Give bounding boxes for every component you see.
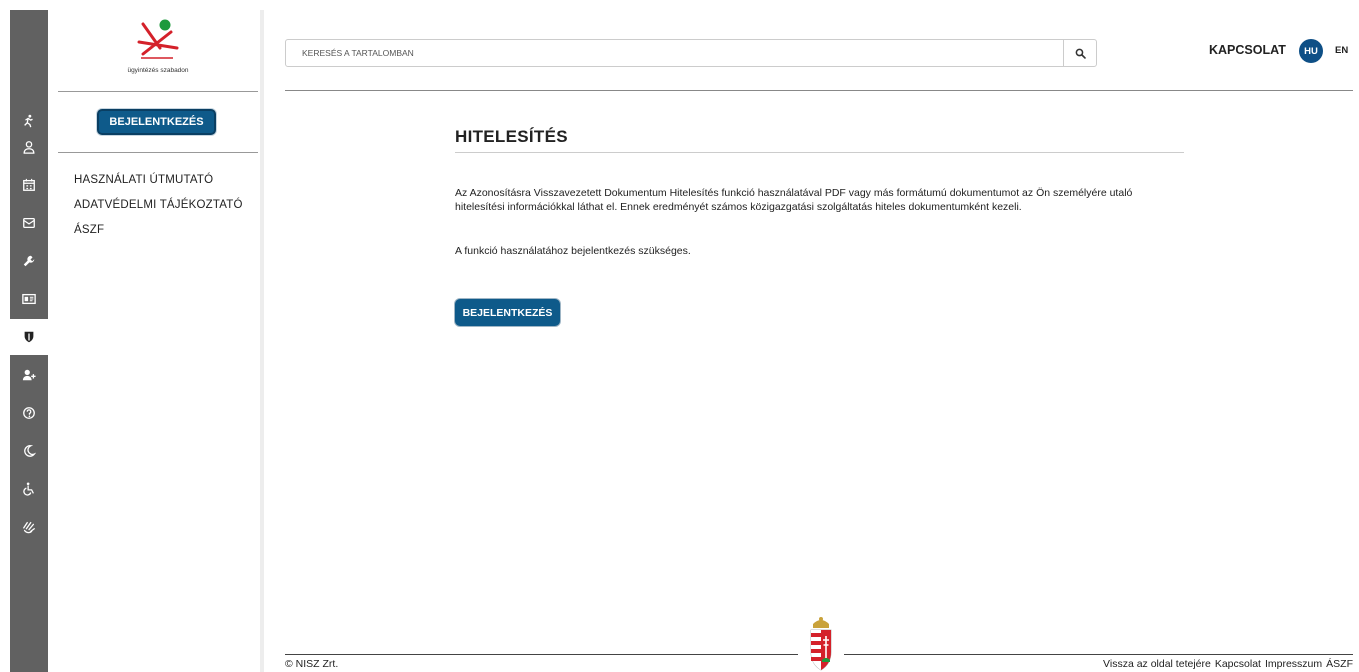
person-running-icon [24, 114, 33, 128]
sidebar-link-terms[interactable]: ÁSZF [74, 223, 243, 248]
copyright-text: © NISZ Zrt. [285, 658, 339, 670]
sign-language-icon [23, 521, 35, 534]
page-title: HITELESÍTÉS [455, 127, 568, 146]
coat-of-arms-icon [810, 617, 832, 671]
rail-item-accessibility[interactable] [10, 471, 48, 507]
icon-rail [10, 10, 48, 672]
footer-link-back-to-top[interactable]: Vissza az oldal tetejére [1103, 658, 1211, 670]
sidebar-links: HASZNÁLATI ÚTMUTATÓ ADATVÉDELMI TÁJÉKOZT… [74, 173, 243, 248]
id-card-icon [22, 293, 36, 305]
search-button[interactable] [1063, 40, 1096, 66]
search-bar [285, 39, 1097, 67]
header-divider [285, 90, 1353, 91]
wheelchair-icon [23, 482, 34, 496]
sidebar: ügyintézés szabadon BEJELENTKEZÉS HASZNÁ… [48, 10, 264, 672]
logo-icon [137, 19, 179, 59]
search-icon [1075, 48, 1086, 59]
rail-item-sign-language[interactable] [10, 509, 48, 545]
language-hu-button[interactable]: HU [1299, 39, 1323, 63]
mail-icon [23, 217, 35, 229]
brand-tagline: ügyintézés szabadon [127, 67, 189, 74]
footer-link-imprint[interactable]: Impresszum [1265, 658, 1322, 670]
footer-link-contact[interactable]: Kapcsolat [1215, 658, 1261, 670]
wrench-icon [23, 255, 35, 267]
rail-item-documents[interactable] [10, 281, 48, 317]
rail-item-calendar[interactable] [10, 167, 48, 203]
calendar-icon [23, 178, 35, 191]
rail-item-settings[interactable] [10, 243, 48, 279]
sidebar-divider [58, 91, 258, 92]
user-icon [23, 141, 35, 154]
rail-item-help[interactable] [10, 395, 48, 431]
footer-divider [285, 654, 798, 655]
search-input[interactable] [286, 40, 1056, 66]
login-required-note: A funkció használatához bejelentkezés sz… [455, 245, 691, 257]
page-description: Az Azonosításra Visszavezetett Dokumentu… [455, 187, 1133, 213]
contact-link[interactable]: KAPCSOLAT [1209, 43, 1286, 57]
sidebar-login-button[interactable]: BEJELENTKEZÉS [97, 109, 216, 135]
language-en-button[interactable]: EN [1335, 45, 1348, 56]
main-login-button[interactable]: BEJELENTKEZÉS [455, 299, 560, 326]
moon-icon [24, 445, 36, 457]
footer-divider [844, 654, 1353, 655]
user-plus-icon [22, 369, 36, 381]
sidebar-link-privacy[interactable]: ADATVÉDELMI TÁJÉKOZTATÓ [74, 198, 243, 223]
shield-icon [24, 331, 34, 343]
title-divider [455, 152, 1184, 153]
sidebar-link-user-guide[interactable]: HASZNÁLATI ÚTMUTATÓ [74, 173, 243, 198]
sidebar-divider [58, 152, 258, 153]
rail-item-dark-mode[interactable] [10, 433, 48, 469]
footer-links: Vissza az oldal tetejére Kapcsolat Impre… [1103, 658, 1353, 670]
footer-link-terms[interactable]: ÁSZF [1326, 658, 1353, 670]
rail-item-add-user[interactable] [10, 357, 48, 393]
help-icon [23, 407, 35, 419]
rail-item-messages[interactable] [10, 205, 48, 241]
brand-logo[interactable]: ügyintézés szabadon [103, 18, 213, 74]
rail-item-authentication[interactable] [10, 319, 48, 355]
rail-item-profile[interactable] [10, 129, 48, 165]
